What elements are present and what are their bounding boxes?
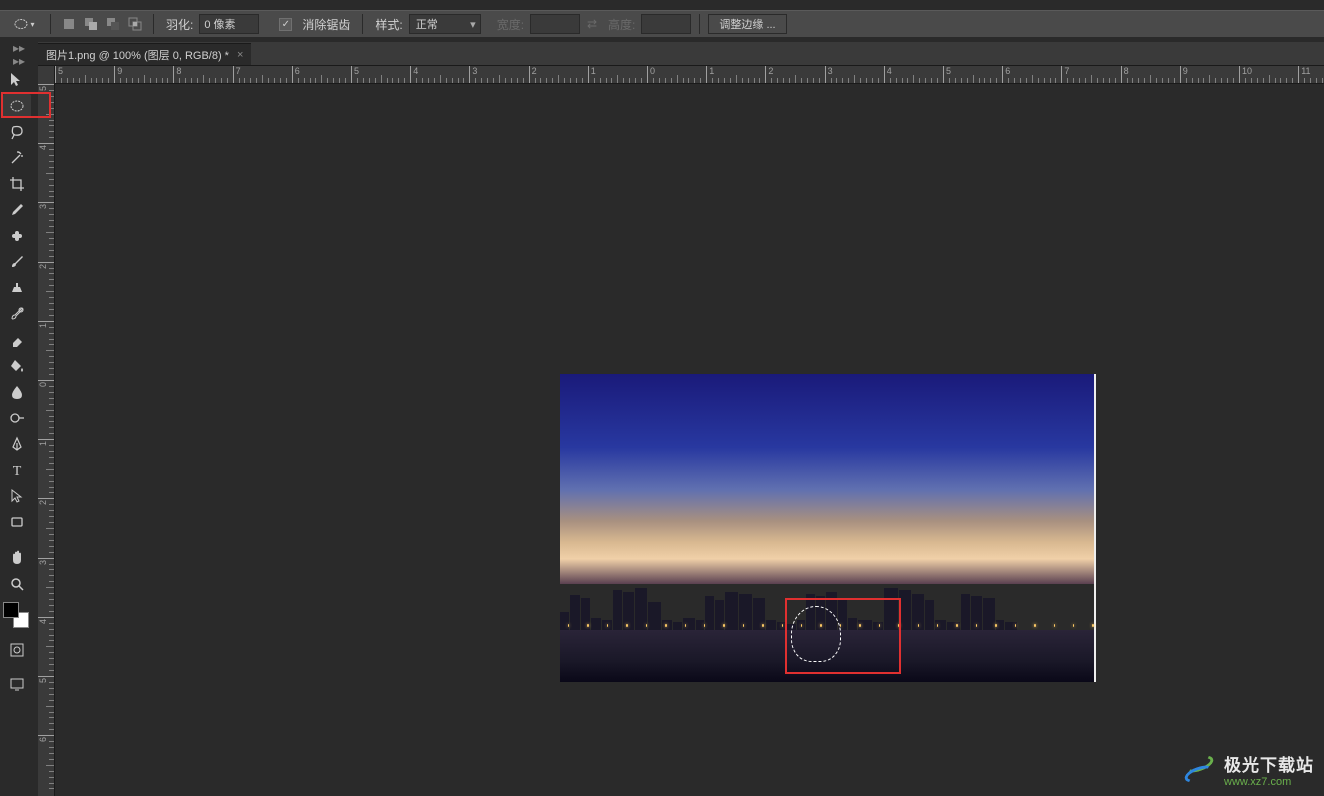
document-tab-title: 图片1.png @ 100% (图层 0, RGB/8) * bbox=[46, 47, 229, 63]
canvas-document[interactable] bbox=[560, 374, 1096, 682]
lasso-tool[interactable] bbox=[3, 120, 31, 144]
options-bar: ▾ 羽化: 0 像素 ✓ 消除锯齿 样式: 正常 宽度: ⇄ 高度: 调整边缘 … bbox=[0, 10, 1324, 38]
feather-label: 羽化: bbox=[166, 16, 193, 33]
elliptical-marquee-tool[interactable] bbox=[3, 94, 31, 118]
hand-tool[interactable] bbox=[3, 546, 31, 570]
watermark: 极光下载站 www.xz7.com bbox=[1184, 751, 1314, 788]
image-skyline bbox=[560, 582, 1094, 630]
eraser-tool[interactable] bbox=[3, 328, 31, 352]
antialias-checkbox[interactable]: ✓ bbox=[279, 18, 292, 31]
vertical-ruler[interactable]: 543210123456 bbox=[38, 66, 55, 796]
current-tool-icon[interactable]: ▾ bbox=[6, 14, 42, 34]
canvas-area[interactable] bbox=[55, 84, 1324, 796]
separator bbox=[699, 14, 700, 34]
quick-mask-icon[interactable] bbox=[3, 638, 31, 662]
refine-edge-button[interactable]: 调整边缘 ... bbox=[708, 14, 786, 34]
selection-intersect-icon[interactable] bbox=[125, 14, 145, 34]
clone-stamp-tool[interactable] bbox=[3, 276, 31, 300]
feather-input[interactable]: 0 像素 bbox=[199, 14, 259, 34]
dodge-tool[interactable] bbox=[3, 406, 31, 430]
close-tab-icon[interactable]: × bbox=[237, 49, 243, 61]
height-input bbox=[641, 14, 691, 34]
watermark-title: 极光下载站 bbox=[1224, 751, 1314, 776]
toolbox-collapse-icon[interactable]: ▸▸ bbox=[3, 56, 35, 66]
selection-new-icon[interactable] bbox=[59, 14, 79, 34]
separator bbox=[362, 14, 363, 34]
foreground-color[interactable] bbox=[3, 602, 19, 618]
antialias-label: 消除锯齿 bbox=[302, 16, 350, 33]
color-swatch[interactable] bbox=[3, 602, 29, 628]
shape-tool[interactable] bbox=[3, 510, 31, 534]
separator bbox=[153, 14, 154, 34]
screen-mode-icon[interactable] bbox=[3, 672, 31, 696]
move-tool[interactable] bbox=[3, 68, 31, 92]
pen-tool[interactable] bbox=[3, 432, 31, 456]
document-tab-bar: 图片1.png @ 100% (图层 0, RGB/8) * × bbox=[38, 42, 1324, 66]
crop-tool[interactable] bbox=[3, 172, 31, 196]
selection-add-icon[interactable] bbox=[81, 14, 101, 34]
history-brush-tool[interactable] bbox=[3, 302, 31, 326]
image-lights bbox=[560, 624, 1094, 632]
horizontal-ruler[interactable]: 59876543210123456789101112 bbox=[55, 66, 1324, 84]
toolbox: ▸▸ T bbox=[3, 56, 35, 696]
width-label: 宽度: bbox=[497, 16, 524, 33]
image-water bbox=[560, 630, 1094, 682]
height-label: 高度: bbox=[608, 16, 635, 33]
zoom-tool[interactable] bbox=[3, 572, 31, 596]
type-tool[interactable]: T bbox=[3, 458, 31, 482]
blur-tool[interactable] bbox=[3, 380, 31, 404]
separator bbox=[50, 14, 51, 34]
watermark-url: www.xz7.com bbox=[1224, 776, 1314, 788]
style-label: 样式: bbox=[375, 16, 402, 33]
eyedropper-tool[interactable] bbox=[3, 198, 31, 222]
selection-subtract-icon[interactable] bbox=[103, 14, 123, 34]
swap-dimensions-icon: ⇄ bbox=[582, 14, 602, 34]
healing-brush-tool[interactable] bbox=[3, 224, 31, 248]
brush-tool[interactable] bbox=[3, 250, 31, 274]
document-tab[interactable]: 图片1.png @ 100% (图层 0, RGB/8) * × bbox=[38, 43, 251, 65]
path-selection-tool[interactable] bbox=[3, 484, 31, 508]
magic-wand-tool[interactable] bbox=[3, 146, 31, 170]
watermark-logo-icon bbox=[1184, 753, 1218, 787]
svg-text:T: T bbox=[13, 464, 22, 479]
paint-bucket-tool[interactable] bbox=[3, 354, 31, 378]
style-dropdown[interactable]: 正常 bbox=[409, 14, 481, 34]
collapse-panels-icon[interactable]: ▸▸ bbox=[0, 42, 38, 54]
image-sky bbox=[560, 374, 1094, 584]
width-input bbox=[530, 14, 580, 34]
